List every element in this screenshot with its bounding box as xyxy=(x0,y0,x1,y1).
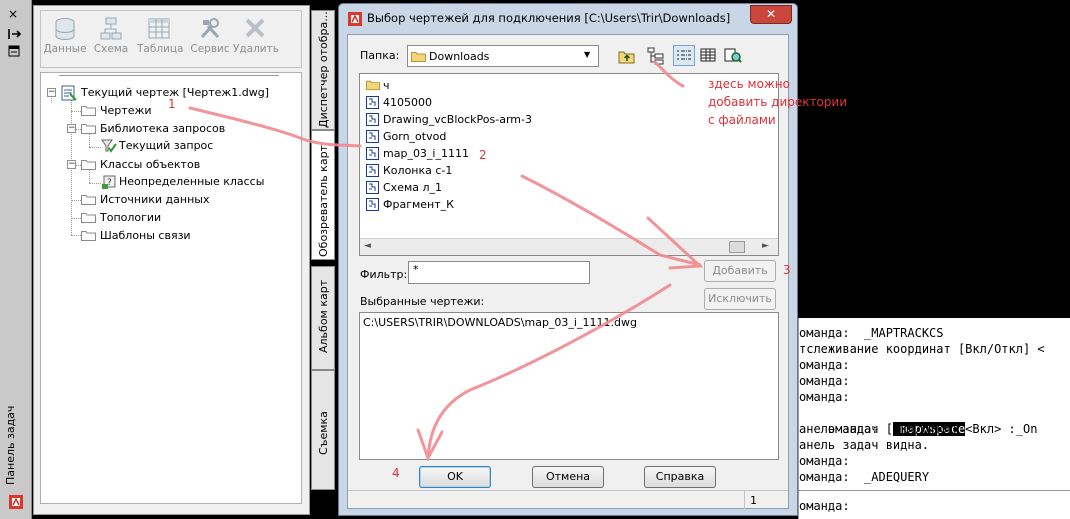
annotation-step-2: 2 xyxy=(479,148,487,162)
arrowhead-add xyxy=(646,216,704,270)
annotation-note-line-3: с файлами xyxy=(708,113,776,127)
annotation-step-1: 1 xyxy=(168,97,176,111)
annotation-arrows xyxy=(188,60,704,462)
annotation-step-4: 4 xyxy=(392,466,400,480)
arrow-drawings-to-file xyxy=(188,106,362,148)
arrow-file-to-add xyxy=(520,174,702,267)
annotation-note-line-2: добавить директории xyxy=(708,95,848,109)
annotation-step-3: 3 xyxy=(783,263,791,277)
arrow-add-to-ok xyxy=(426,283,672,459)
arrow-note-to-view xyxy=(653,60,685,88)
annotation-note-line-1: здесь можно xyxy=(708,77,790,91)
